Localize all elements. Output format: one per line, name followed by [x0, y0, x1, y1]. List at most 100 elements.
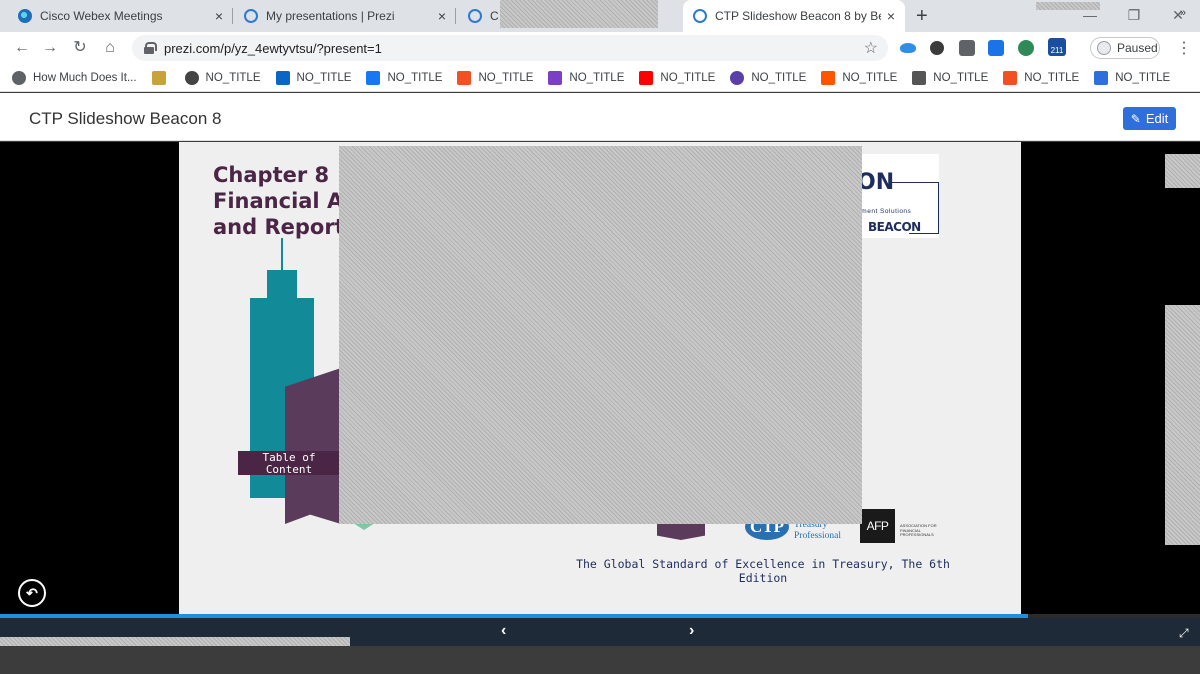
tab-redacted[interactable]: C [458, 0, 678, 32]
bookmark-favicon-icon [639, 70, 654, 85]
bookmark-label: NO_TITLE [296, 71, 352, 84]
forward-icon[interactable]: → [38, 36, 62, 60]
bookmark-item[interactable]: NO_TITLE [457, 70, 533, 85]
tab-webex[interactable]: Cisco Webex Meetings × [8, 0, 233, 32]
bookmark-favicon-icon [1003, 70, 1018, 85]
close-tab-icon[interactable]: × [438, 8, 446, 24]
bookmark-favicon-icon [821, 70, 836, 85]
afp-logo-text: ASSOCIATION FOR FINANCIAL PROFESSIONALS [900, 523, 937, 537]
bookmark-item[interactable] [151, 70, 173, 85]
bookmark-item[interactable]: NO_TITLE [366, 70, 443, 85]
bookmarks-bar: How Much Does It... NO_TITLE NO_TITLE NO_TI… [0, 64, 1200, 92]
circle-extension-icon[interactable] [930, 41, 944, 55]
previous-step-icon[interactable]: ‹ [501, 622, 506, 640]
restore-icon[interactable]: ❐ [1112, 0, 1156, 32]
minimize-icon[interactable]: — [1068, 0, 1112, 32]
bookmark-item[interactable]: NO_TITLE [639, 70, 716, 85]
bookmark-label: NO_TITLE [751, 71, 807, 84]
player-controls: ‹ › ⤢ [0, 618, 1200, 646]
bookmark-label: NO_TITLE [387, 71, 443, 84]
cloud-extension-icon[interactable] [900, 43, 916, 53]
bookmark-item[interactable]: NO_TITLE [184, 70, 261, 85]
close-tab-icon[interactable]: × [215, 8, 223, 24]
bookmark-label: NO_TITLE [842, 71, 898, 84]
slide-title-line: Financial Ac [213, 189, 356, 213]
back-icon[interactable]: ← [10, 36, 34, 60]
redacted-region [1165, 305, 1200, 545]
avatar [1097, 41, 1111, 55]
profile-button[interactable]: Paused [1090, 37, 1160, 59]
bookmark-favicon-icon [366, 70, 381, 85]
bookmark-item[interactable]: NO_TITLE [821, 70, 898, 85]
reload-icon[interactable]: ↻ [68, 36, 92, 60]
redacted-region [500, 0, 658, 28]
window-close-icon[interactable]: ✕ [1156, 0, 1200, 32]
bookmark-favicon-icon [151, 70, 166, 85]
tab-title: C [490, 9, 499, 23]
prezi-icon [693, 9, 707, 23]
bookmark-star-icon[interactable]: ☆ [864, 38, 878, 58]
bookmark-favicon-icon [1094, 70, 1109, 85]
antenna [281, 238, 283, 272]
bookmark-item[interactable]: NO_TITLE [730, 70, 807, 85]
browser-tab-strip: Cisco Webex Meetings × My presentations … [0, 0, 1200, 32]
redacted-region [0, 637, 350, 646]
bookmark-label: NO_TITLE [660, 71, 716, 84]
bookmark-item[interactable]: NO_TITLE [1094, 70, 1171, 85]
tab-ctp-slideshow[interactable]: CTP Slideshow Beacon 8 by Beac × [683, 0, 905, 32]
browser-menu-icon[interactable]: ⋮ [1176, 38, 1192, 58]
bookmark-item[interactable]: NO_TITLE [1003, 70, 1080, 85]
back-to-overview-button[interactable]: ↶ [18, 579, 46, 607]
pencil-icon: ✎ [1130, 111, 1141, 126]
table-of-content-button[interactable]: Table of Content [238, 451, 340, 476]
hubspot-extension-icon[interactable] [959, 40, 975, 56]
slide-title-line: Chapter 8 [213, 163, 330, 187]
fullscreen-icon[interactable]: ⤢ [1179, 626, 1189, 641]
bookmark-label: NO_TITLE [1115, 71, 1171, 84]
edit-label: Edit [1145, 111, 1169, 126]
tower-top [267, 270, 297, 300]
bookmark-favicon-icon [548, 70, 563, 85]
prezi-header: CTP Slideshow Beacon 8 ✎ Edit [0, 93, 1200, 141]
webex-icon [18, 9, 32, 23]
next-step-icon[interactable]: › [689, 622, 694, 640]
bookmark-item[interactable]: NO_TITLE [548, 70, 624, 85]
beacon-logo-mark: ON [857, 170, 895, 195]
prezi-icon [468, 9, 482, 23]
url-text: prezi.com/p/yz_4ewtyvtsu/?present=1 [164, 40, 382, 56]
bookmark-favicon-icon [912, 70, 927, 85]
bookmark-item[interactable]: NO_TITLE [275, 70, 352, 85]
slide-title: Chapter 8 Financial Ac and Reporti [213, 162, 356, 240]
profile-status: Paused [1117, 41, 1158, 55]
bookmark-item[interactable]: How Much Does It... [12, 70, 137, 85]
s-extension-icon[interactable] [988, 40, 1004, 56]
prezi-icon [244, 9, 258, 23]
bookmark-label: NO_TITLE [1024, 71, 1080, 84]
more-bookmarks-icon[interactable]: » [1180, 7, 1186, 19]
afp-logo: AFP [860, 509, 895, 543]
lock-icon [144, 42, 157, 54]
slide-title-line: and Reporti [213, 215, 352, 239]
presentation-title: CTP Slideshow Beacon 8 [29, 109, 222, 128]
home-icon[interactable]: ⌂ [98, 36, 122, 60]
mauve-building [285, 368, 341, 524]
bookmark-favicon-icon [730, 70, 745, 85]
redacted-region [339, 146, 862, 524]
browser-toolbar: ← → ↻ ⌂ prezi.com/p/yz_4ewtyvtsu/?presen… [0, 32, 1200, 64]
screen-footer [0, 646, 1200, 674]
bookmark-label: NO_TITLE [933, 71, 989, 84]
globe-extension-icon[interactable] [1018, 40, 1034, 56]
bookmark-item[interactable]: NO_TITLE [912, 70, 989, 85]
new-tab-icon[interactable]: + [916, 5, 928, 28]
calendar-extension-icon[interactable]: 211 [1048, 38, 1066, 56]
bookmark-favicon-icon [275, 70, 290, 85]
presentation-viewer: Chapter 8 Financial Ac and Reporti ON tm… [0, 142, 1200, 614]
bookmark-favicon-icon [12, 70, 26, 85]
edit-button[interactable]: ✎ Edit [1123, 107, 1176, 130]
tab-my-presentations[interactable]: My presentations | Prezi × [234, 0, 456, 32]
bookmark-favicon-icon [184, 70, 199, 85]
bookmark-favicon-icon [457, 70, 472, 85]
address-bar[interactable]: prezi.com/p/yz_4ewtyvtsu/?present=1 ☆ [132, 35, 888, 61]
close-tab-icon[interactable]: × [887, 8, 895, 24]
tab-title: My presentations | Prezi [266, 9, 395, 23]
